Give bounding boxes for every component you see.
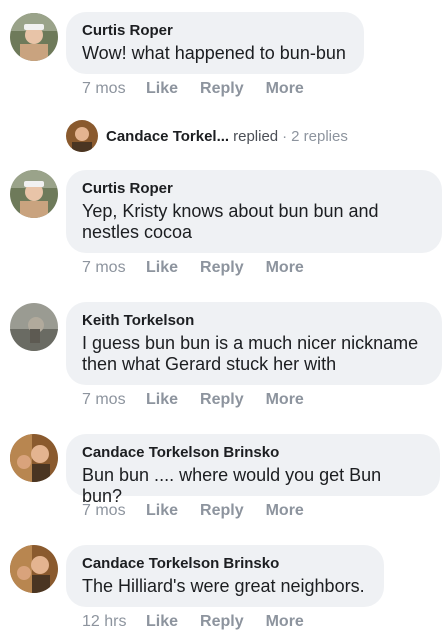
comment-timestamp[interactable]: 7 mos	[82, 80, 146, 100]
comment-author[interactable]: Curtis Roper	[82, 22, 348, 39]
separator-dot: ·	[282, 127, 288, 145]
like-button[interactable]: Like	[146, 391, 178, 411]
comment-timestamp[interactable]: 12 hrs	[82, 613, 146, 633]
comment-author[interactable]: Candace Torkelson Brinsko	[82, 444, 424, 461]
comment-actions: 7 mos Like Reply More	[82, 391, 326, 411]
comment-bubble: Candace Torkelson Brinsko The Hilliard's…	[66, 545, 384, 607]
comment-author[interactable]: Keith Torkelson	[82, 312, 426, 329]
comment-timestamp[interactable]: 7 mos	[82, 502, 146, 522]
avatar-candace	[66, 120, 98, 152]
comment-actions: 12 hrs Like Reply More	[82, 613, 326, 633]
more-button[interactable]: More	[266, 80, 304, 100]
avatar-candace-torkelson-brinsko[interactable]	[10, 434, 58, 482]
more-button[interactable]: More	[266, 259, 304, 279]
comment-timestamp[interactable]: 7 mos	[82, 391, 146, 411]
more-button[interactable]: More	[266, 502, 304, 522]
comment-actions: 7 mos Like Reply More	[82, 80, 326, 100]
like-button[interactable]: Like	[146, 502, 178, 522]
comment-bubble: Candace Torkelson Brinsko Bun bun .... w…	[66, 434, 440, 506]
view-replies-link[interactable]: Candace Torkel... replied · 2 replies	[66, 120, 348, 152]
comment-text: The Hilliard's were great neighbors.	[82, 576, 365, 596]
comment-text: Wow! what happened to bun-bun	[82, 43, 346, 63]
comment-text: I guess bun bun is a much nicer nickname…	[82, 333, 419, 374]
reply-button[interactable]: Reply	[200, 259, 244, 279]
more-button[interactable]: More	[266, 391, 304, 411]
reply-count[interactable]: 2 replies	[291, 128, 348, 145]
avatar-curtis-roper[interactable]	[10, 13, 58, 61]
like-button[interactable]: Like	[146, 259, 178, 279]
avatar-candace-torkelson-brinsko[interactable]	[10, 545, 58, 593]
more-button[interactable]: More	[266, 613, 304, 633]
comment-actions: 7 mos Like Reply More	[82, 259, 326, 279]
comment-actions: 7 mos Like Reply More	[82, 502, 326, 522]
comment-text: Bun bun .... where would you get Bun bun…	[82, 465, 382, 506]
comment-text: Yep, Kristy knows about bun bun and nest…	[82, 201, 379, 242]
reply-button[interactable]: Reply	[200, 502, 244, 522]
comment-timestamp[interactable]: 7 mos	[82, 259, 146, 279]
avatar-keith-torkelson[interactable]	[10, 303, 58, 351]
like-button[interactable]: Like	[146, 613, 178, 633]
comment-bubble: Curtis Roper Yep, Kristy knows about bun…	[66, 170, 442, 253]
reply-button[interactable]: Reply	[200, 613, 244, 633]
like-button[interactable]: Like	[146, 80, 178, 100]
comment-author[interactable]: Curtis Roper	[82, 180, 426, 197]
comment-bubble: Keith Torkelson I guess bun bun is a muc…	[66, 302, 442, 385]
replied-label: replied	[233, 127, 279, 145]
reply-button[interactable]: Reply	[200, 80, 244, 100]
comment-bubble: Curtis Roper Wow! what happened to bun-b…	[66, 12, 364, 74]
replier-name[interactable]: Candace Torkel...	[106, 128, 229, 145]
comment-author[interactable]: Candace Torkelson Brinsko	[82, 555, 368, 572]
avatar-curtis-roper[interactable]	[10, 170, 58, 218]
reply-button[interactable]: Reply	[200, 391, 244, 411]
